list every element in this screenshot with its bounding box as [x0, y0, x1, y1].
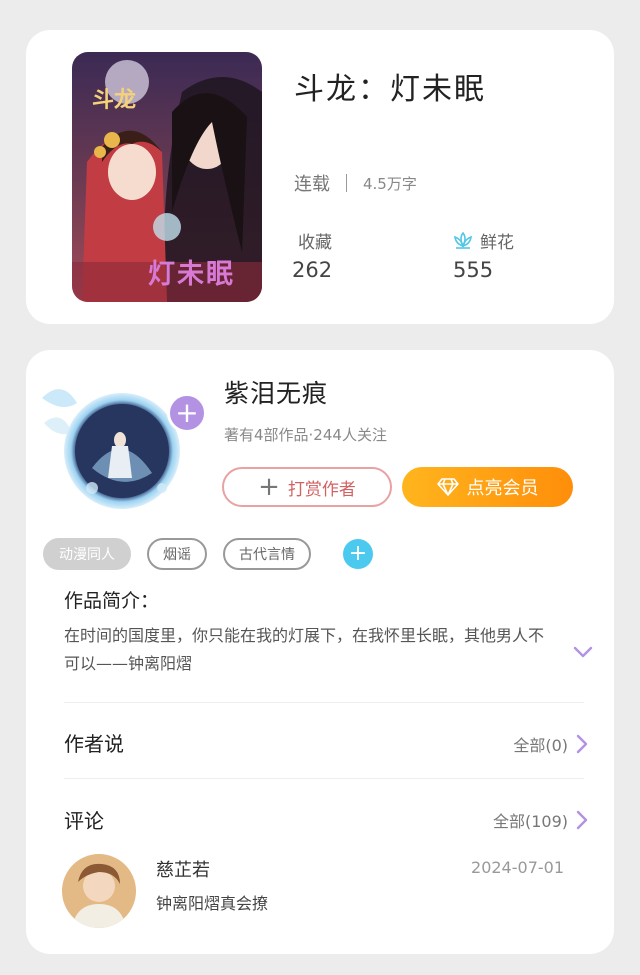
author-avatar[interactable]: + [32, 368, 207, 513]
comment-username[interactable]: 慈芷若 [156, 856, 210, 882]
comment-date: 2024-07-01 [471, 858, 564, 877]
word-count: 4.5万字 [363, 174, 417, 193]
chevron-down-icon [573, 646, 593, 658]
plus-icon: + [175, 396, 199, 429]
author-name[interactable]: 紫泪无痕 [224, 374, 328, 410]
book-info-card: 斗龙 灯未眠 斗龙：灯未眠 连载 4.5万字 收藏 262 鲜花 555 [26, 30, 614, 324]
reward-author-button[interactable]: + 打赏作者 [222, 467, 392, 507]
comment-text: 钟离阳熠真会撩 [156, 894, 269, 913]
divider [64, 702, 584, 703]
author-says-count: 全部(0) [513, 736, 568, 755]
serial-status: 连载 [294, 174, 330, 195]
plus-icon: + [258, 472, 280, 502]
book-title: 斗龙：灯未眠 [294, 72, 486, 107]
plus-icon: + [348, 541, 368, 566]
lotus-icon [452, 231, 474, 251]
expand-intro-button[interactable] [573, 644, 593, 663]
tag-list: 动漫同人 烟谣 古代言情 + [43, 538, 373, 570]
intro-title: 作品简介： [64, 590, 160, 612]
cover-title-bottom: 灯未眠 [148, 259, 235, 290]
book-meta: 连载 4.5万字 [294, 170, 417, 196]
follow-author-button[interactable]: + [167, 393, 207, 433]
chevron-right-icon [576, 734, 588, 754]
avatar-image [62, 854, 136, 928]
divider [64, 778, 584, 779]
vip-button-label: 点亮会员 [466, 478, 539, 499]
diamond-icon [436, 478, 459, 496]
author-avatar-image [42, 389, 180, 509]
comment-avatar[interactable] [62, 854, 136, 928]
favorites-count: 262 [292, 258, 333, 282]
intro-text: 在时间的国度里，你只能在我的灯展下，在我怀里长眠，其他男人不可以——钟离阳熠 [64, 626, 545, 673]
book-cover[interactable]: 斗龙 灯未眠 [72, 52, 262, 302]
author-stats: 著有4部作品·244人关注 [224, 426, 387, 444]
comments-count: 全部(109) [492, 812, 568, 831]
cover-title-top: 斗龙 [92, 87, 137, 113]
tag-item[interactable]: 古代言情 [223, 538, 311, 570]
author-says-all-link[interactable]: 全部(0) [513, 732, 588, 756]
author-says-title: 作者说 [64, 732, 124, 756]
vip-button[interactable]: 点亮会员 [402, 467, 573, 507]
chevron-right-icon [576, 810, 588, 830]
flowers-label: 鲜花 [480, 233, 514, 253]
favorites-label: 收藏 [298, 233, 332, 253]
comments-title: 评论 [64, 809, 104, 833]
meta-divider [346, 174, 347, 192]
tag-item[interactable]: 烟谣 [147, 538, 207, 570]
tag-item[interactable]: 动漫同人 [43, 538, 131, 570]
add-tag-button[interactable]: + [343, 539, 373, 569]
flowers-stat[interactable]: 鲜花 [452, 228, 514, 253]
comments-all-link[interactable]: 全部(109) [493, 808, 588, 832]
book-detail-card: + 紫泪无痕 著有4部作品·244人关注 + 打赏作者 点亮会员 动漫同人 烟谣… [26, 350, 614, 954]
reward-author-label: 打赏作者 [287, 479, 356, 500]
flowers-count: 555 [453, 258, 494, 282]
